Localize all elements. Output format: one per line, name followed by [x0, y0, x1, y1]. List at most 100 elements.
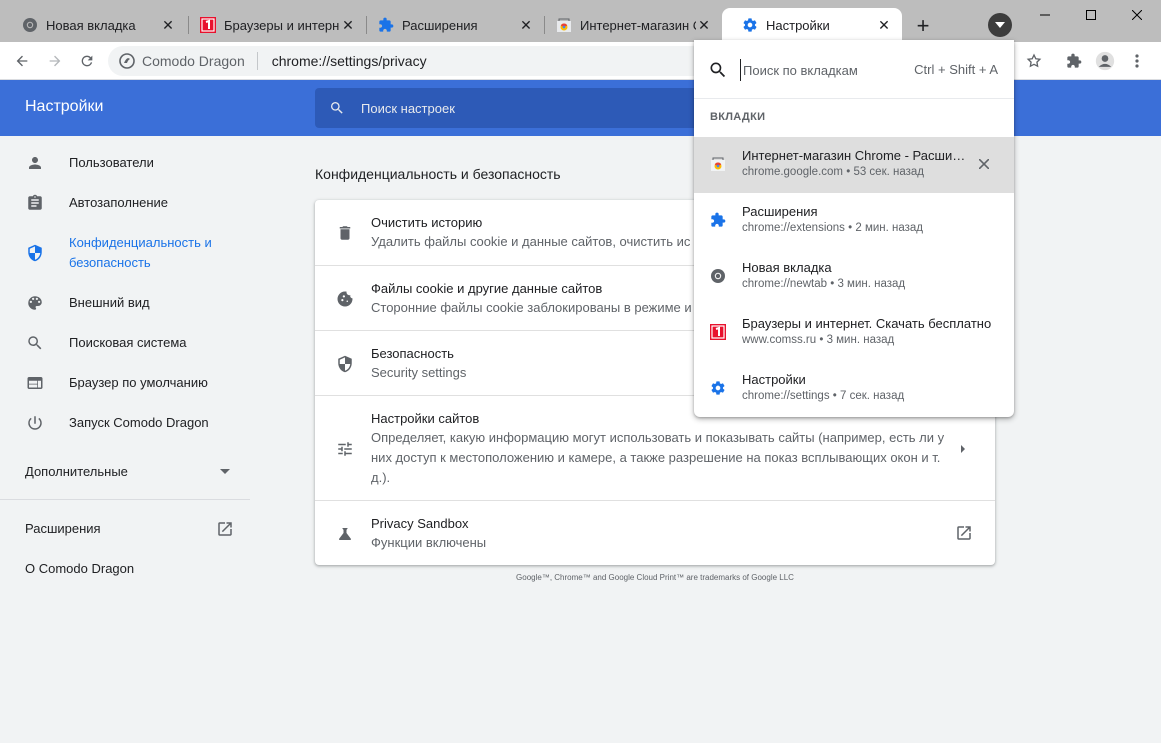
tab-item-time: 7 сек. назад [840, 390, 905, 402]
tab-title: Расширения [402, 17, 478, 33]
row-title: Privacy Sandbox [371, 516, 469, 531]
search-icon [25, 333, 45, 353]
meta-separator: • [819, 334, 824, 346]
tab-search-popup: Ctrl + Shift + A ВКЛАДКИ Интернет-магази… [694, 40, 1014, 417]
window-close-button[interactable] [1114, 0, 1160, 30]
tab-item-domain: www.comss.ru [742, 334, 817, 346]
tab-item-meta: chrome.google.com • 53 сек. назад [742, 166, 924, 178]
flask-icon [335, 524, 355, 544]
tab-search-item[interactable]: Интернет-магазин Chrome - Расширения chr… [694, 137, 1014, 193]
tab-search-shortcut: Ctrl + Shift + A [914, 62, 998, 77]
close-icon[interactable]: ✕ [876, 17, 892, 33]
sidebar-advanced-toggle[interactable]: Дополнительные [25, 464, 235, 479]
sidebar-item-label: Пользователи [69, 155, 154, 170]
tab-extensions[interactable]: Расширения ✕ [358, 8, 544, 42]
gear-icon [742, 17, 758, 33]
chevron-down-icon [995, 22, 1005, 28]
puzzle-icon [378, 17, 394, 33]
minimize-button[interactable] [1022, 0, 1068, 30]
sidebar-item-label: Внешний вид [69, 295, 150, 310]
maximize-icon [1086, 10, 1096, 20]
reload-button[interactable] [75, 49, 99, 73]
omnibox[interactable]: Comodo Dragon chrome://settings/privacy [108, 46, 708, 76]
tab-item-time: 2 мин. назад [855, 222, 924, 234]
row-subtitle: Определяет, какую информацию могут испол… [371, 430, 945, 485]
tab-search-item[interactable]: Браузеры и интернет. Скачать бесплатно w… [694, 305, 1014, 361]
sidebar-item-about[interactable]: О Comodo Dragon [25, 561, 134, 576]
sidebar-item-default-browser[interactable]: Браузер по умолчанию [0, 373, 250, 393]
tab-search-item[interactable]: Настройки chrome://settings • 7 сек. наз… [694, 361, 1014, 417]
tab-search-item[interactable]: Новая вкладка chrome://newtab • 3 мин. н… [694, 249, 1014, 305]
new-tab-button[interactable]: + [910, 13, 936, 39]
sidebar-item-users[interactable]: Пользователи [0, 153, 250, 173]
close-icon[interactable]: ✕ [696, 17, 712, 33]
close-icon[interactable]: ✕ [340, 17, 356, 33]
webstore-icon [710, 156, 726, 172]
sidebar-item-label: Расширения [25, 521, 101, 536]
row-title: Очистить историю [371, 215, 483, 230]
shield-icon [335, 354, 355, 374]
sidebar-item-label: Поисковая система [69, 335, 187, 350]
tab-search-item[interactable]: Расширения chrome://extensions • 2 мин. … [694, 193, 1014, 249]
tab-search-button[interactable] [988, 13, 1012, 37]
sidebar-item-privacy[interactable]: Конфиденциальность и безопасность [0, 233, 250, 273]
tab-item-meta: chrome://extensions • 2 мин. назад [742, 222, 923, 234]
tab-item-title: Интернет-магазин Chrome - Расширения [742, 148, 970, 163]
browser-window-icon [25, 373, 45, 393]
menu-button[interactable] [1125, 49, 1149, 73]
row-title: Настройки сайтов [371, 411, 480, 426]
tabs-section-heading: ВКЛАДКИ [710, 111, 766, 123]
tab-new-tab[interactable]: Новая вкладка ✕ [2, 8, 186, 42]
minimize-icon [1040, 14, 1050, 16]
site-name: Comodo Dragon [142, 52, 258, 70]
tab-webstore[interactable]: Интернет-магазин С ✕ [536, 8, 722, 42]
meta-separator: • [830, 278, 835, 290]
page-title: Настройки [25, 98, 104, 115]
profile-button[interactable] [1093, 49, 1117, 73]
meta-separator: • [832, 390, 837, 402]
close-icon[interactable]: ✕ [160, 17, 176, 33]
forward-button[interactable] [43, 49, 67, 73]
sidebar-item-appearance[interactable]: Внешний вид [0, 293, 250, 313]
puzzle-icon [710, 212, 726, 228]
palette-icon [25, 293, 45, 313]
sidebar-item-startup[interactable]: Запуск Comodo Dragon [0, 413, 250, 433]
chrome-icon [22, 17, 38, 33]
tab-item-title: Расширения [742, 204, 818, 219]
tab-item-time: 3 мин. назад [837, 278, 906, 290]
chevron-right-icon [955, 441, 971, 457]
tab-comss[interactable]: Браузеры и интерне ✕ [180, 8, 366, 42]
bookmark-button[interactable] [1022, 49, 1046, 73]
power-icon [25, 413, 45, 433]
tab-title: Новая вкладка [46, 17, 136, 33]
close-icon[interactable]: ✕ [518, 17, 534, 33]
sidebar-item-autofill[interactable]: Автозаполнение [0, 193, 250, 213]
tab-item-title: Новая вкладка [742, 260, 832, 275]
sidebar-divider [0, 499, 250, 500]
search-icon [331, 102, 343, 114]
sidebar-item-label: О Comodo Dragon [25, 561, 135, 576]
more-vert-icon [1135, 54, 1139, 68]
row-subtitle: Функции включены [371, 535, 487, 550]
tab-settings[interactable]: Настройки ✕ [722, 8, 902, 42]
star-icon [1026, 53, 1042, 68]
close-icon [1132, 10, 1142, 20]
gear-icon [710, 380, 726, 396]
maximize-button[interactable] [1068, 0, 1114, 30]
arrow-forward-icon [49, 55, 61, 67]
privacy-sandbox-row[interactable]: Privacy Sandbox Функции включены [315, 500, 995, 565]
trademark-note: Google™, Chrome™ and Google Cloud Print™… [516, 573, 794, 582]
close-icon[interactable] [976, 156, 992, 172]
sidebar-item-label: Запуск Comodo Dragon [69, 415, 209, 430]
back-button[interactable] [10, 49, 34, 73]
cookie-icon [335, 289, 355, 309]
open-in-new-icon[interactable] [955, 524, 973, 542]
tab-search-input[interactable] [740, 59, 910, 81]
tab-strip: Новая вкладка ✕ Браузеры и интерне ✕ Рас… [0, 0, 1161, 42]
sidebar-item-extensions[interactable]: Расширения [25, 521, 235, 536]
url-text[interactable]: chrome://settings/privacy [272, 53, 427, 69]
shield-icon [25, 243, 45, 263]
sidebar-item-label: Браузер по умолчанию [69, 375, 208, 390]
sidebar-item-search-engine[interactable]: Поисковая система [0, 333, 250, 353]
extensions-button[interactable] [1062, 49, 1086, 73]
